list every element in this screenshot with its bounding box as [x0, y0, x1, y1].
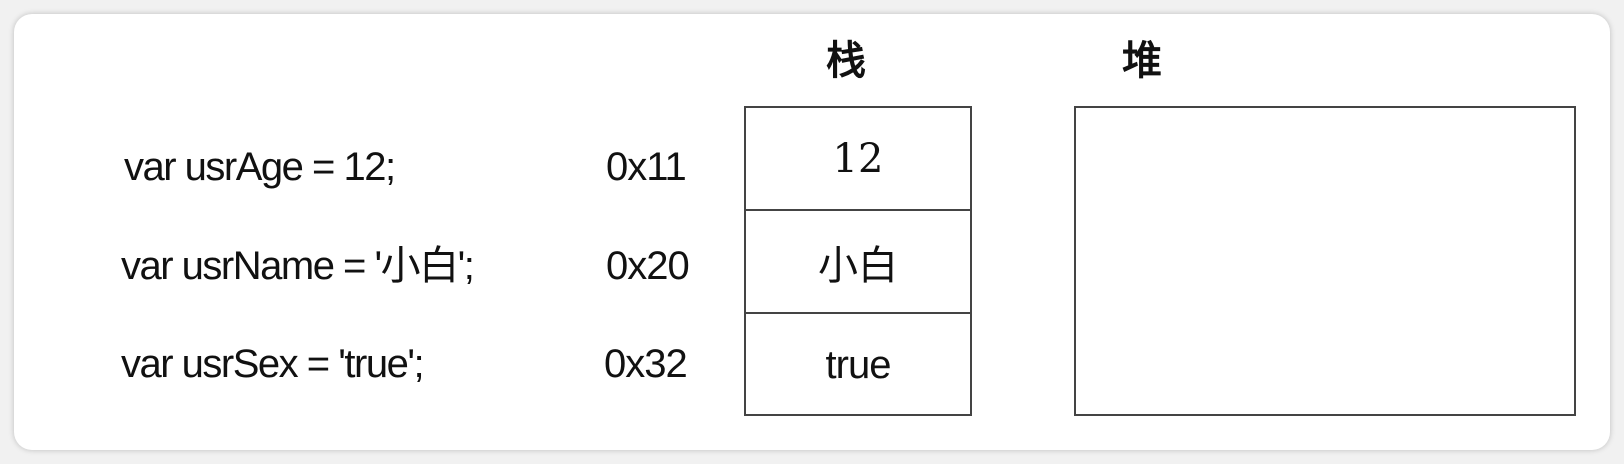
stack-box: 12 小白 true: [744, 106, 972, 416]
code-line-usrname: var usrName = '小白';: [121, 244, 475, 288]
stack-cell-usrname: 小白: [746, 211, 970, 314]
heap-header: 堆: [1122, 37, 1162, 84]
stack-cell-usrage: 12: [746, 108, 970, 211]
address-label-0x11: 0x11: [606, 145, 687, 189]
stack-value-usrage: 12: [832, 135, 884, 182]
code-line-usrage: var usrAge = 12;: [124, 145, 396, 189]
address-label-0x20: 0x20: [606, 244, 690, 288]
code-line-usrsex: var usrSex = 'true';: [121, 342, 425, 386]
address-label-0x32: 0x32: [604, 342, 688, 386]
heap-box: [1074, 106, 1576, 416]
stack-cell-usrsex: true: [746, 314, 970, 417]
stack-value-usrsex: true: [825, 343, 892, 387]
stack-header: 栈: [826, 37, 866, 84]
stack-value-usrname: 小白: [818, 242, 898, 289]
